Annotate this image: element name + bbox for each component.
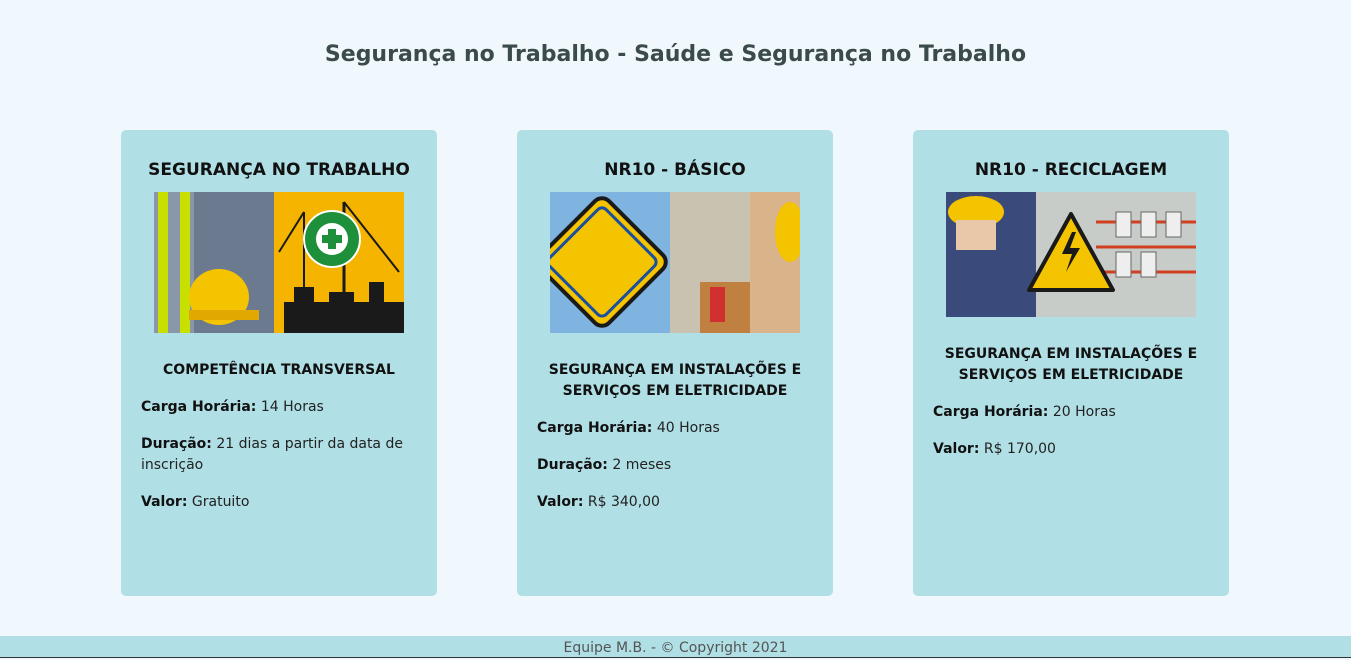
duracao-label: Duração: [141,436,212,452]
course-info: Carga Horária: 40 Horas Duração: 2 meses… [537,418,813,513]
valor-label: Valor: [141,494,188,510]
card-subtitle: SEGURANÇA EM INSTALAÇÕES E SERVIÇOS EM E… [944,346,1198,383]
carga-horaria-row: Carga Horária: 20 Horas [933,402,1209,423]
course-image-seguranca [154,192,404,333]
carga-horaria-value: 40 Horas [656,420,720,436]
duracao-row: Duração: 2 meses [537,455,813,476]
carga-horaria-label: Carga Horária: [537,420,653,436]
course-card-seguranca[interactable]: SEGURANÇA NO TRABALHO COMPETÊNCIA TRANSV… [121,130,437,596]
course-info: Carga Horária: 14 Horas Duração: 21 dias… [141,397,417,513]
carga-horaria-row: Carga Horária: 14 Horas [141,397,417,418]
carga-horaria-label: Carga Horária: [141,399,257,415]
carga-horaria-label: Carga Horária: [933,404,1049,420]
valor-row: Valor: R$ 170,00 [933,439,1209,460]
card-title: SEGURANÇA NO TRABALHO [148,160,410,180]
card-title: NR10 - BÁSICO [604,160,746,180]
valor-row: Valor: Gratuito [141,492,417,513]
valor-value: R$ 340,00 [587,494,660,510]
page-title: Segurança no Trabalho - Saúde e Seguranç… [324,42,1027,67]
duracao-value: 2 meses [612,457,672,473]
duracao-label: Duração: [537,457,608,473]
carga-horaria-value: 20 Horas [1052,404,1116,420]
card-subtitle: COMPETÊNCIA TRANSVERSAL [163,362,395,378]
carga-horaria-value: 14 Horas [260,399,324,415]
valor-value: Gratuito [191,494,250,510]
carga-horaria-row: Carga Horária: 40 Horas [537,418,813,439]
card-subtitle: SEGURANÇA EM INSTALAÇÕES E SERVIÇOS EM E… [548,362,802,399]
footer-copyright: Equipe M.B. - © Copyright 2021 [0,636,1351,658]
valor-row: Valor: R$ 340,00 [537,492,813,513]
valor-label: Valor: [537,494,584,510]
course-image-nr10-basico [550,192,800,333]
course-info: Carga Horária: 20 Horas Valor: R$ 170,00 [933,402,1209,460]
valor-label: Valor: [933,441,980,457]
course-image-nr10-reciclagem [946,192,1196,317]
duracao-row: Duração: 21 dias a partir da data de ins… [141,434,417,476]
card-title: NR10 - RECICLAGEM [974,160,1168,180]
valor-value: R$ 170,00 [983,441,1056,457]
course-card-nr10-reciclagem[interactable]: NR10 - RECICLAGEM SEGURANÇA EM INSTALAÇÕ [913,130,1229,596]
course-card-nr10-basico[interactable]: NR10 - BÁSICO SEGURANÇA EM INSTALAÇÕES E… [517,130,833,596]
